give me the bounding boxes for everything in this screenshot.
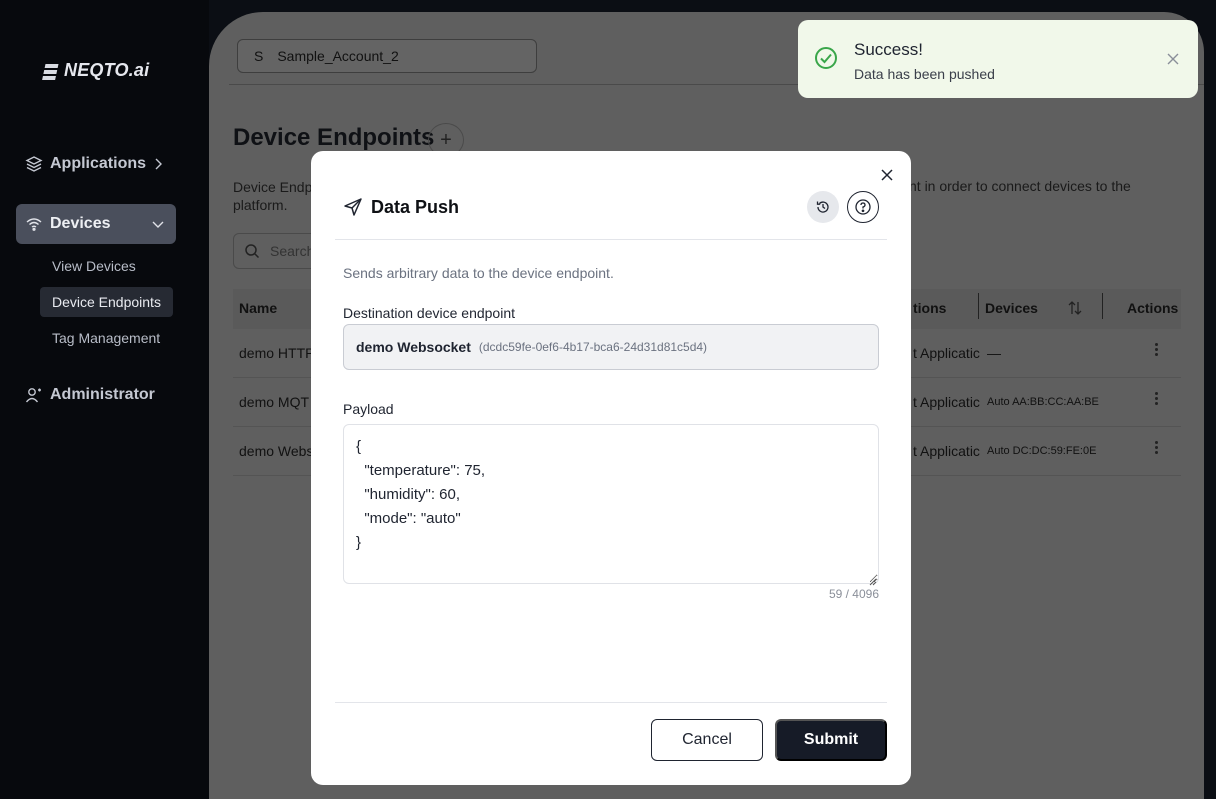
logo[interactable]: NEQTO.ai [42, 60, 150, 81]
close-icon[interactable] [879, 167, 895, 183]
more-vertical-icon[interactable] [1155, 392, 1159, 406]
payload-textarea[interactable] [343, 424, 879, 584]
check-circle-icon [814, 46, 838, 70]
modal-footer-divider [335, 702, 887, 703]
row-name[interactable]: demo Webs [239, 443, 313, 459]
destination-id: (dcdc59fe-0ef6-4b17-bca6-24d31d81c5d4) [478, 340, 708, 354]
wifi-icon [24, 214, 44, 234]
modal-divider [335, 239, 887, 240]
submit-button[interactable]: Submit [775, 719, 887, 761]
sidebar-subitem-label: Tag Management [52, 330, 161, 346]
column-header-applications[interactable]: tions [913, 300, 946, 316]
modal-description: Sends arbitrary data to the device endpo… [343, 265, 614, 281]
layers-icon [24, 154, 44, 174]
history-icon [816, 201, 829, 213]
payload-label: Payload [343, 401, 394, 417]
close-icon[interactable] [1166, 52, 1180, 66]
row-application: t Applicatic [913, 443, 980, 459]
sidebar-item-devices[interactable]: Devices [16, 204, 176, 244]
cancel-button[interactable]: Cancel [651, 719, 763, 761]
more-vertical-icon[interactable] [1155, 441, 1159, 455]
page-title: Device Endpoints [233, 124, 435, 151]
row-application: t Applicatic [913, 345, 980, 361]
destination-label: Destination device endpoint [343, 305, 516, 321]
search-icon [244, 243, 260, 259]
sidebar-subitem-label: View Devices [52, 258, 136, 274]
search-placeholder: Search [270, 243, 315, 259]
toast-message: Data has been pushed [854, 66, 995, 82]
success-toast: Success! Data has been pushed [798, 20, 1198, 98]
row-name[interactable]: demo MQT [239, 394, 309, 410]
sidebar-subitem-tag-management[interactable]: Tag Management [40, 323, 172, 353]
more-vertical-icon[interactable] [1155, 343, 1159, 357]
column-divider [1102, 293, 1103, 319]
column-divider [978, 293, 979, 319]
question-icon [855, 199, 871, 215]
character-counter: 59 / 4096 [828, 587, 879, 601]
row-application: t Applicatic [913, 394, 980, 410]
sidebar-subitem-device-endpoints[interactable]: Device Endpoints [40, 287, 173, 317]
sidebar-item-label: Devices [50, 215, 111, 232]
sidebar-item-applications[interactable]: Applications [16, 144, 176, 184]
help-button[interactable] [847, 191, 879, 223]
sidebar-item-label: Administrator [50, 386, 155, 403]
resize-handle-icon[interactable] [869, 573, 877, 586]
page-description-continued: nt in order to connect devices to the [909, 178, 1131, 194]
account-selector[interactable]: S Sample_Account_2 [237, 39, 537, 73]
sidebar-subitem-view-devices[interactable]: View Devices [40, 251, 148, 281]
modal-title: Data Push [371, 197, 460, 217]
data-push-modal: Data Push Sends arbitrary data to the de… [311, 151, 911, 785]
destination-name: demo Websocket [356, 339, 471, 355]
sidebar: NEQTO.ai Applications Devices View Devic… [0, 0, 209, 799]
logo-mark-icon [42, 62, 60, 80]
destination-endpoint-field: demo Websocket (dcdc59fe-0ef6-4b17-bca6-… [343, 324, 879, 370]
sort-icon[interactable] [1067, 300, 1083, 319]
sidebar-subitem-label: Device Endpoints [52, 294, 161, 310]
account-avatar: S [254, 48, 264, 64]
history-button[interactable] [807, 191, 839, 223]
row-devices: Auto AA:BB:CC:AA:BE [987, 396, 1099, 408]
send-icon [343, 197, 363, 217]
row-devices: Auto DC:DC:59:FE:0E [987, 445, 1097, 457]
column-header-devices[interactable]: Devices [985, 300, 1038, 316]
account-name: Sample_Account_2 [277, 48, 399, 64]
chevron-right-icon [150, 156, 166, 172]
column-header-name[interactable]: Name [239, 300, 277, 316]
toast-title: Success! [854, 40, 923, 59]
column-header-actions: Actions [1127, 300, 1179, 316]
chevron-down-icon [150, 216, 166, 232]
sidebar-item-label: Applications [50, 155, 147, 172]
row-devices: — [987, 345, 1001, 361]
sidebar-item-administrator[interactable]: Administrator [16, 375, 176, 415]
logo-text: NEQTO.ai [64, 60, 150, 80]
user-icon [24, 385, 44, 405]
row-name[interactable]: demo HTTP [239, 345, 314, 361]
